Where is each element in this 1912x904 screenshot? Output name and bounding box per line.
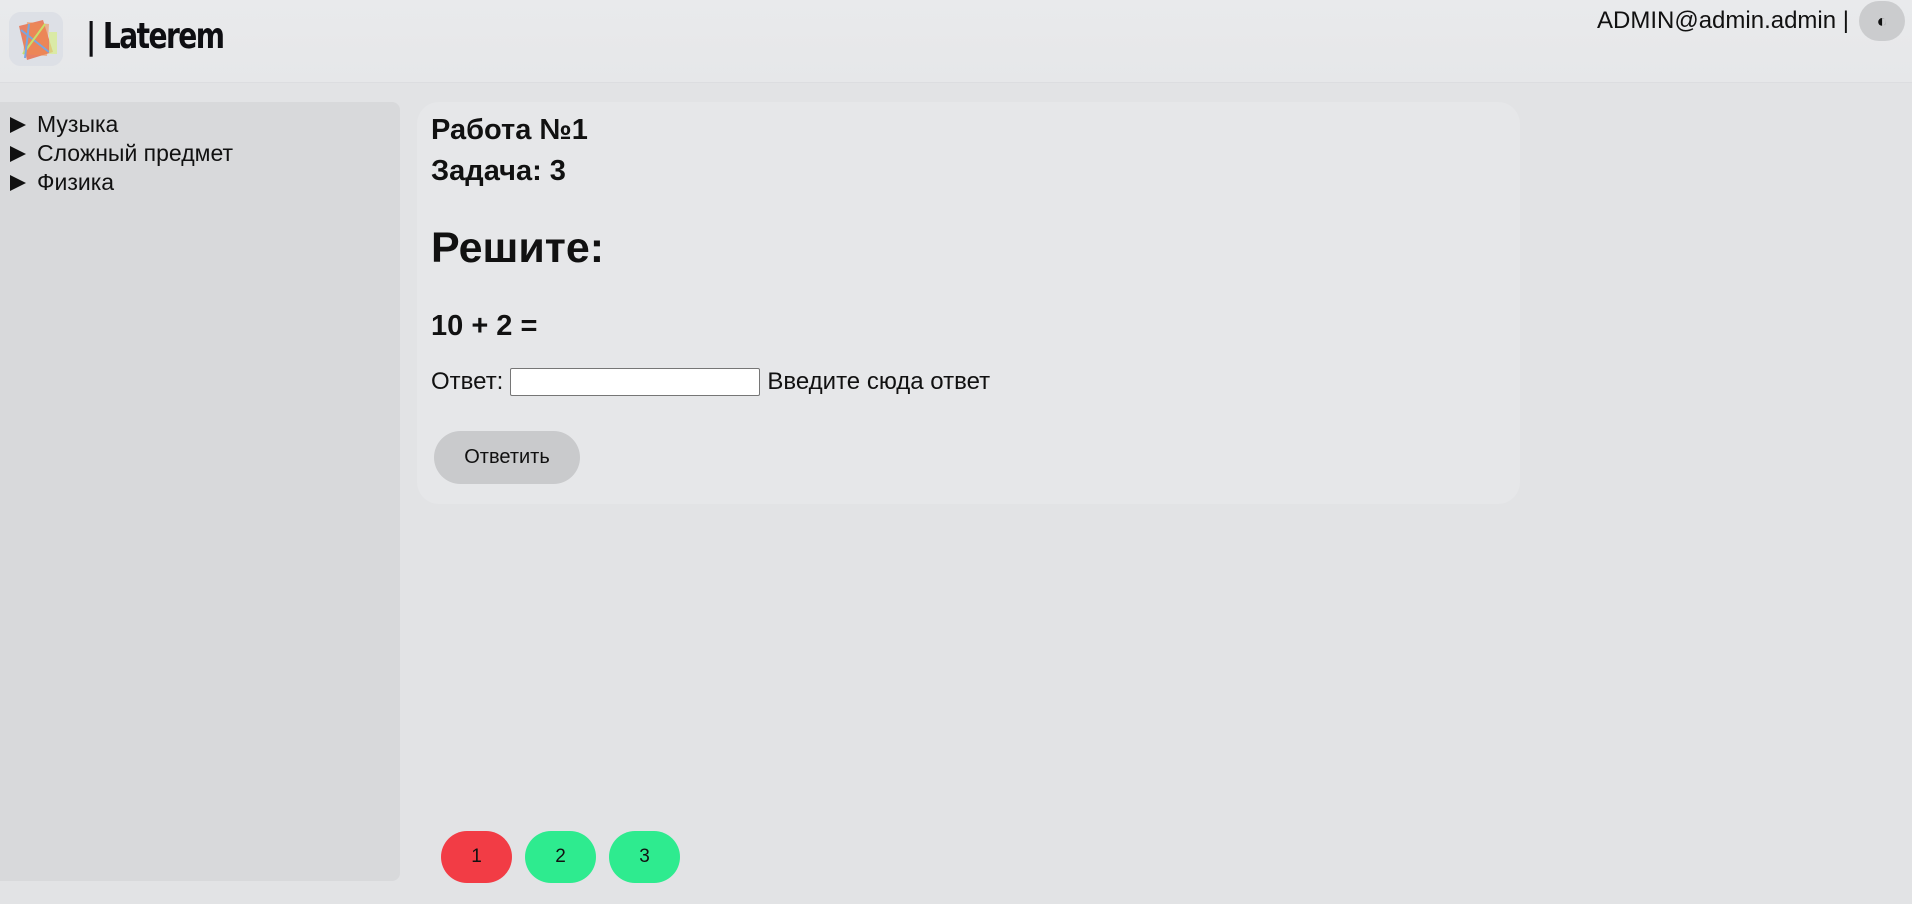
sidebar-item-label: Сложный предмет [37,140,234,166]
work-title: Работа №1 [431,114,588,146]
task-card: Работа №1 Задача: 3 Решите: 10 + 2 = Отв… [417,102,1520,504]
sidebar-item-label: Физика [37,169,115,195]
answer-row: Ответ: Введите сюда ответ [431,368,990,396]
triangle-right-icon [10,145,26,162]
answer-label: Ответ: [431,368,504,395]
sidebar-item-physics[interactable]: Физика [10,168,400,197]
brand-title[interactable]: | Laterem [86,12,225,62]
triangle-right-icon [10,116,26,133]
submit-answer-button[interactable]: Ответить [434,431,580,484]
answer-hint: Введите сюда ответ [767,368,991,395]
page-button-1[interactable]: 1 [441,831,512,883]
task-pager: 1 2 3 [441,831,680,883]
laterem-logo-icon[interactable] [9,12,63,66]
sidebar-item-music[interactable]: Музыка [10,110,400,139]
triangle-right-icon [10,174,26,191]
sidebar-item-label: Музыка [37,111,119,137]
sidebar: Музыка Сложный предмет Физика [0,102,400,881]
task-heading: Решите: [431,224,605,272]
task-title: Задача: 3 [431,155,566,187]
user-area: ADMIN@admin.admin | ◐ [1597,1,1905,41]
task-expression: 10 + 2 = [431,310,538,342]
page-button-2[interactable]: 2 [525,831,596,883]
sidebar-item-hard-subject[interactable]: Сложный предмет [10,139,400,168]
half-circle-icon: ◐ [1876,10,1888,31]
top-header: | Laterem ADMIN@admin.admin | ◐ [0,0,1912,83]
answer-input[interactable] [510,368,761,396]
page-button-3[interactable]: 3 [609,831,680,883]
user-email[interactable]: ADMIN@admin.admin | [1597,7,1849,35]
theme-toggle-button[interactable]: ◐ [1859,1,1905,41]
subject-list: Музыка Сложный предмет Физика [0,102,400,197]
